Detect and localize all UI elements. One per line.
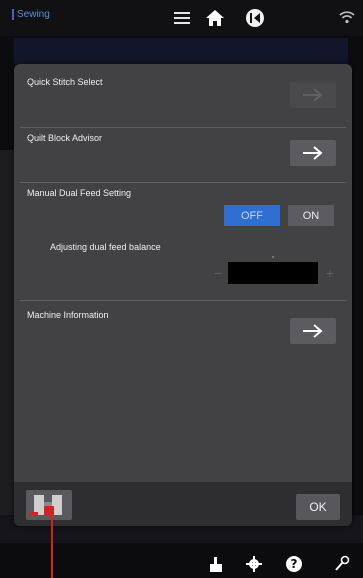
balance-minus-button[interactable]: −	[208, 262, 228, 284]
bottom-bar: ?	[0, 545, 363, 578]
trash-icon[interactable]	[207, 555, 225, 573]
menu-icon[interactable]	[172, 8, 192, 28]
dual-feed-off-button[interactable]: OFF	[224, 205, 280, 226]
divider	[20, 300, 346, 301]
quick-stitch-select-button[interactable]	[290, 82, 336, 108]
back-icon[interactable]	[245, 8, 265, 28]
quilt-block-advisor-label: Quilt Block Advisor	[27, 133, 103, 143]
balance-center-mark	[272, 256, 274, 258]
ok-button[interactable]: OK	[296, 494, 340, 520]
dual-feed-on-button[interactable]: ON	[288, 205, 334, 226]
divider	[20, 182, 346, 183]
divider	[20, 127, 346, 128]
balance-plus-button[interactable]: +	[320, 262, 340, 284]
dialog-footer: OK	[14, 482, 352, 526]
balance-value-box	[228, 262, 318, 284]
annotation-pointer-line	[51, 514, 53, 578]
help-icon[interactable]: ?	[285, 555, 303, 573]
machine-information-button[interactable]	[290, 318, 336, 344]
dual-feed-balance-label: Adjusting dual feed balance	[50, 242, 161, 252]
arrow-right-icon	[303, 324, 323, 338]
home-icon[interactable]	[205, 8, 225, 28]
background-panel	[0, 150, 14, 520]
quilt-block-advisor-button[interactable]	[290, 140, 336, 166]
mode-label: Sewing	[12, 9, 50, 20]
arrow-right-icon	[303, 146, 323, 160]
settings-icon[interactable]	[245, 555, 263, 573]
top-bar: Sewing	[0, 0, 363, 36]
machine-information-label: Machine Information	[27, 310, 109, 320]
settings-dialog: Quick Stitch Select Quilt Block Advisor …	[14, 64, 352, 526]
svg-text:?: ?	[291, 557, 298, 571]
quick-stitch-select-label: Quick Stitch Select	[27, 77, 103, 87]
wrench-icon[interactable]	[333, 555, 351, 573]
background-tabs	[14, 38, 348, 64]
arrow-right-icon	[303, 88, 323, 102]
manual-dual-feed-label: Manual Dual Feed Setting	[27, 188, 132, 198]
wifi-icon	[339, 11, 355, 24]
